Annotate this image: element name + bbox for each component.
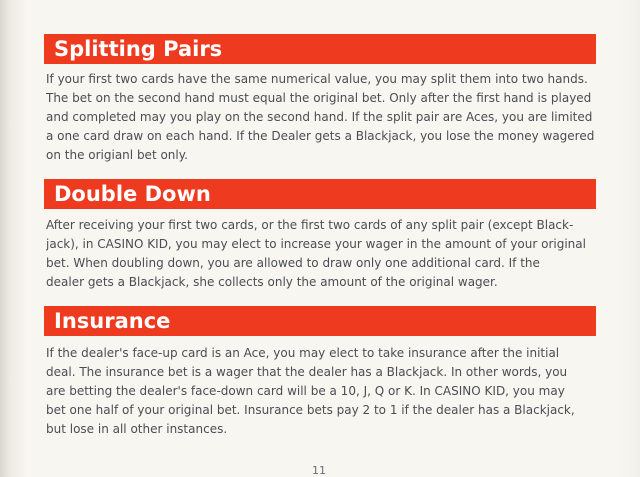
paragraph-line: but lose in all other instances. bbox=[46, 422, 228, 436]
paragraph-line: on the origianl bet only. bbox=[46, 148, 188, 162]
paragraph-double-down: After receiving your first two cards, or… bbox=[46, 216, 596, 292]
paragraph-line: bet one half of your original bet. Insur… bbox=[46, 403, 575, 417]
paragraph-line: and completed may you play on the second… bbox=[46, 110, 596, 124]
paragraph-line: a one card draw on each hand. If the Dea… bbox=[46, 129, 595, 143]
paragraph-line: After receiving your first two cards, or… bbox=[46, 218, 574, 232]
paragraph-line: dealer gets a Blackjack, she collects on… bbox=[46, 275, 498, 289]
page-number: 11 bbox=[312, 464, 326, 477]
heading-insurance: Insurance bbox=[44, 306, 596, 336]
paragraph-line: deal. The insurance bet is a wager that … bbox=[46, 365, 568, 379]
paragraph-line: The bet on the second hand must equal th… bbox=[46, 91, 592, 105]
paragraph-line: If the dealer's face-up card is an Ace, … bbox=[46, 346, 560, 360]
paragraph-line: If your first two cards have the same nu… bbox=[46, 72, 588, 86]
paragraph-insurance: If the dealer's face-up card is an Ace, … bbox=[46, 344, 596, 439]
paragraph-splitting-pairs: If your first two cards have the same nu… bbox=[46, 70, 596, 165]
paragraph-line: are betting the dealer's face-down card … bbox=[46, 384, 565, 398]
paragraph-line: bet. When doubling down, you are allowed… bbox=[46, 256, 540, 270]
heading-double-down: Double Down bbox=[44, 179, 596, 209]
paragraph-line: jack), in CASINO KID, you may elect to i… bbox=[46, 237, 586, 251]
heading-splitting-pairs: Splitting Pairs bbox=[44, 34, 596, 64]
manual-page: Splitting Pairs If your first two cards … bbox=[0, 0, 640, 477]
